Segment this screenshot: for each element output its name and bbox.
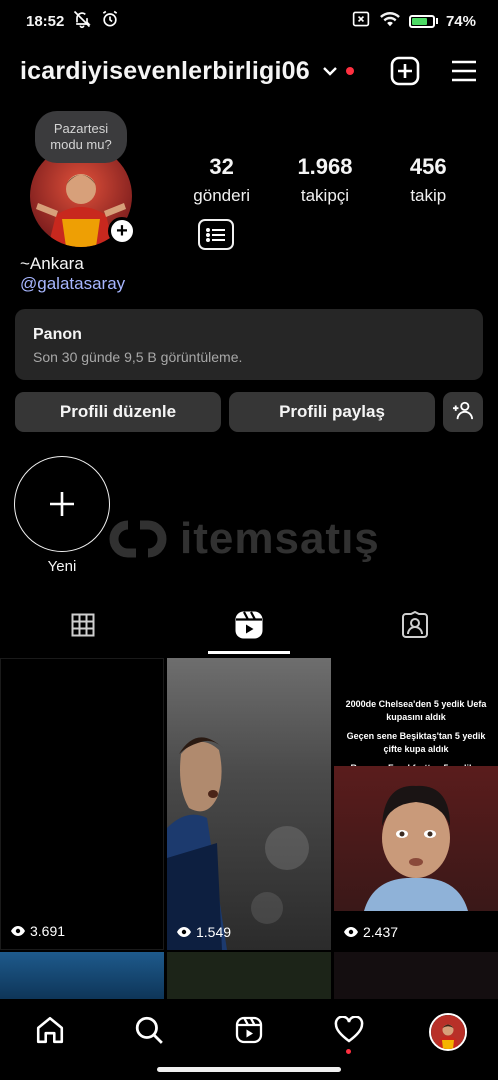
username-switcher[interactable]: icardiyisevenlerbirligi06 [20, 57, 310, 86]
professional-dashboard[interactable]: Panon Son 30 günde 9,5 B görüntüleme. [15, 309, 483, 380]
status-bar: 18:52 74% [0, 0, 498, 42]
search-icon [134, 1015, 164, 1050]
nav-profile[interactable] [418, 1007, 478, 1057]
add-person-icon [452, 400, 474, 425]
battery-percent: 74% [445, 12, 476, 30]
profile-stats: 32 gönderi 1.968 takipçi 456 takip [170, 154, 480, 206]
view-count-text: 2.437 [363, 924, 399, 940]
reel-image [167, 737, 309, 950]
create-post-button[interactable] [390, 56, 420, 86]
stat-posts[interactable]: 32 gönderi [170, 154, 273, 206]
grid-icon [71, 613, 95, 642]
heart-icon [334, 1014, 364, 1049]
bio-name: ~Ankara [20, 254, 84, 273]
stat-followers[interactable]: 1.968 takipçi [273, 154, 376, 206]
activity-notification-dot [345, 1049, 351, 1054]
reels-grid: 3.691 1.549 2000de Chelsea'den 5 yedik U… [0, 656, 498, 999]
chevron-down-icon[interactable] [322, 65, 338, 77]
status-right: 74% [351, 10, 476, 32]
status-left: 18:52 [26, 9, 120, 33]
battery-charging-icon [408, 14, 438, 28]
wifi-icon [379, 10, 401, 32]
stat-label: takipçi [300, 186, 350, 205]
reel-thumbnail[interactable]: 2000de Chelsea'den 5 yedik Uefa kupasını… [334, 658, 498, 950]
menu-icon[interactable] [450, 59, 478, 83]
eye-icon [177, 924, 191, 940]
notifications-muted-icon [72, 9, 92, 33]
tab-posts[interactable] [0, 600, 166, 655]
eye-icon [344, 924, 358, 940]
tab-reels[interactable] [166, 600, 332, 655]
tagged-person-icon [401, 610, 429, 644]
dashboard-subtitle: Son 30 günde 9,5 B görüntüleme. [33, 349, 243, 365]
nav-home[interactable] [20, 1007, 80, 1057]
bio-mention-link[interactable]: @galatasaray [20, 274, 125, 294]
avatar [429, 1013, 468, 1051]
edit-profile-button[interactable]: Profili düzenle [15, 392, 221, 432]
new-highlight[interactable]: Yeni [14, 456, 110, 575]
note-bubble[interactable]: Pazartesi modu mu? [35, 111, 127, 163]
alarm-icon [100, 9, 120, 33]
sim-x-icon [351, 10, 371, 32]
note-line-2: modu mu? [50, 137, 112, 152]
nav-activity[interactable] [319, 1007, 379, 1057]
eye-icon [11, 923, 25, 939]
home-icon [35, 1015, 65, 1050]
profile-actions: Profili düzenle Profili paylaş [15, 392, 483, 432]
tab-tagged[interactable] [332, 600, 498, 655]
reels-icon [234, 610, 264, 645]
plus-icon [14, 456, 110, 552]
new-highlight-label: Yeni [47, 558, 77, 575]
reel-thumbnail[interactable] [167, 952, 331, 999]
stat-label: takip [410, 186, 447, 205]
note-line-1: Pazartesi [53, 121, 109, 137]
stat-label: gönderi [193, 186, 251, 205]
view-count: 3.691 [11, 923, 65, 939]
reel-thumbnail[interactable] [0, 952, 164, 999]
notification-dot [345, 67, 354, 75]
stat-value: 32 [209, 154, 234, 179]
reel-thumbnail[interactable] [334, 952, 498, 999]
meme-caption-line: 2000de Chelsea'den 5 yedik Uefa kupasını… [345, 699, 487, 723]
meme-caption-line: Geçen sene Beşiktaş'tan 5 yedik çifte ku… [346, 731, 486, 755]
add-story-button[interactable]: + [108, 217, 136, 245]
stat-value: 1.968 [297, 154, 353, 179]
meme-image [334, 766, 498, 911]
status-time: 18:52 [26, 12, 65, 30]
reel-thumbnail[interactable]: 3.691 [0, 658, 164, 950]
stat-following[interactable]: 456 takip [377, 154, 480, 206]
profile-tabs [0, 600, 498, 655]
reel-thumbnail[interactable]: 1.549 [167, 658, 331, 950]
meme-caption: 2000de Chelsea'den 5 yedik Uefa kupasını… [340, 698, 492, 775]
view-count: 2.437 [344, 924, 398, 940]
view-count: 1.549 [177, 924, 231, 940]
view-count-text: 3.691 [30, 923, 66, 939]
dashboard-title: Panon [33, 326, 82, 343]
stat-value: 456 [409, 154, 447, 179]
nav-reels[interactable] [219, 1007, 279, 1057]
watermark-text: itemsatış [180, 514, 380, 563]
list-icon[interactable] [198, 219, 234, 250]
discover-people-button[interactable] [443, 392, 483, 432]
bottom-navigation [0, 999, 498, 1061]
reels-icon [235, 1016, 263, 1049]
home-indicator[interactable] [157, 1067, 341, 1072]
share-profile-button[interactable]: Profili paylaş [229, 392, 435, 432]
watermark: itemsatış [104, 514, 380, 564]
profile-header: icardiyisevenlerbirligi06 [0, 48, 498, 94]
nav-search[interactable] [119, 1007, 179, 1057]
view-count-text: 1.549 [196, 924, 232, 940]
